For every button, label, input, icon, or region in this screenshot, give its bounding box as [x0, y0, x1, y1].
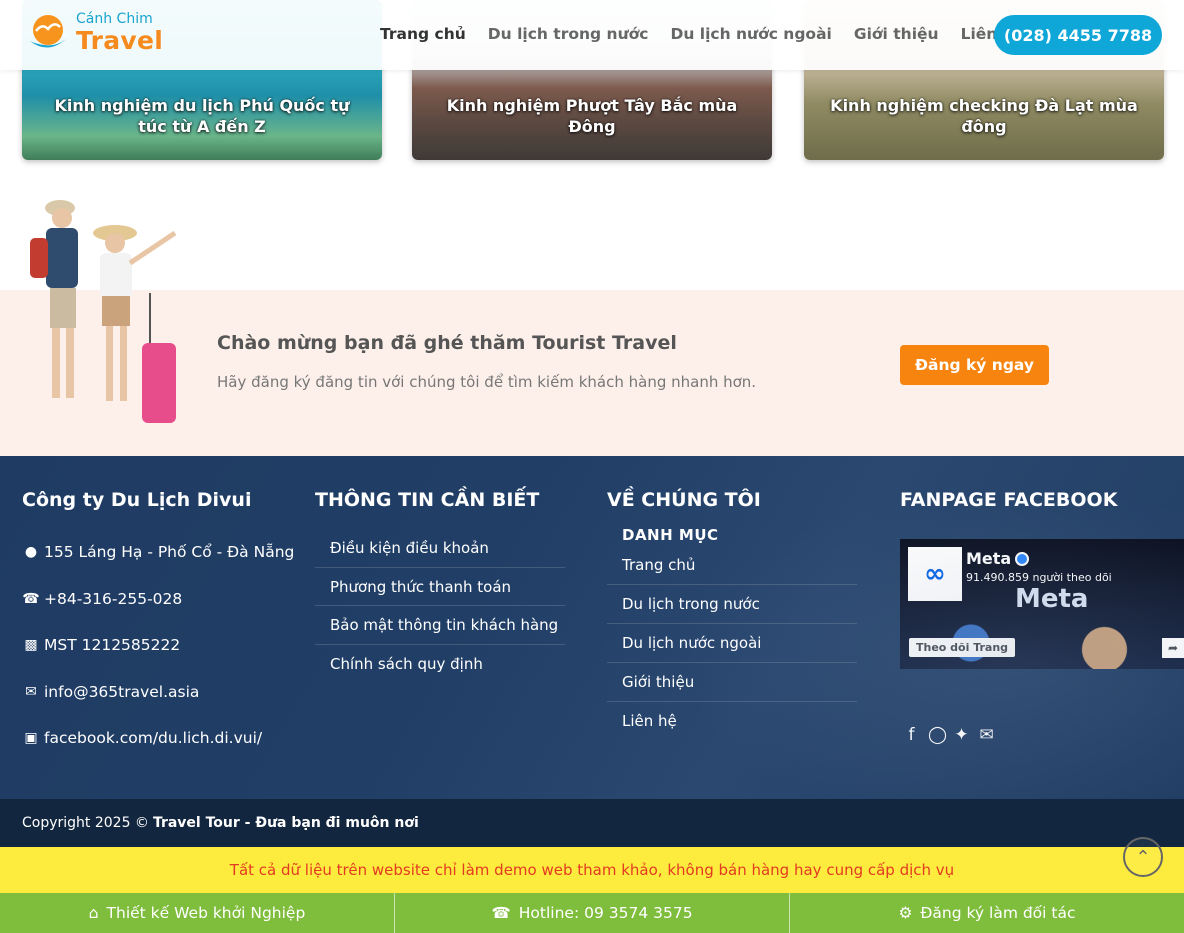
phone-text: +84-316-255-028: [44, 589, 183, 608]
envelope-icon: ✉: [25, 683, 37, 700]
company-address: ● 155 Láng Hạ - Phố Cổ - Đà Nẵng: [22, 529, 302, 576]
verified-badge-icon: [1015, 552, 1030, 566]
share-icon[interactable]: ➦: [1162, 638, 1184, 658]
bottom-item-partner[interactable]: ⚙ Đăng ký làm đối tác: [790, 893, 1184, 933]
site-footer: Công ty Du Lịch Divui ● 155 Láng Hạ - Ph…: [0, 456, 1184, 799]
home-icon: ⌂: [88, 904, 99, 922]
about-link-international[interactable]: Du lịch nước ngoài: [607, 624, 857, 663]
card-caption: Kinh nghiệm Phượt Tây Bắc mùa Đông: [446, 96, 738, 136]
nav-international-tours[interactable]: Du lịch nước ngoài: [670, 25, 831, 43]
fb-page-name[interactable]: Meta: [966, 549, 1030, 568]
bottom-item-label: Đăng ký làm đối tác: [920, 904, 1076, 922]
email-icon[interactable]: ✉: [978, 725, 995, 745]
info-title: THÔNG TIN CẦN BIẾT: [315, 489, 540, 511]
social-icons: f ◯ ✦ ✉: [903, 725, 995, 745]
about-subtitle: DANH MỤC: [622, 526, 719, 544]
qrcode-icon: ▩: [24, 637, 38, 654]
register-now-button[interactable]: Đăng ký ngay: [900, 345, 1049, 385]
footer-about-column: VỀ CHÚNG TÔI DANH MỤC Trang chủ Du lịch …: [607, 489, 857, 741]
nav-about[interactable]: Giới thiệu: [854, 25, 939, 43]
copyright-strong: Travel Tour - Đưa bạn đi muôn nơi: [152, 815, 419, 831]
company-facebook[interactable]: ▣ facebook.com/du.lich.di.vui/: [22, 715, 302, 762]
phone-icon: ☎: [491, 904, 511, 922]
fb-followers: 91.490.859 người theo dõi: [966, 571, 1112, 584]
hotline-button[interactable]: (028) 4455 7788: [994, 15, 1162, 55]
logo-tagline: Cánh Chim: [76, 11, 153, 27]
card-caption: Kinh nghiệm checking Đà Lạt mùa đông: [830, 96, 1138, 136]
card-caption: Kinh nghiệm du lịch Phú Quốc tự túc từ A…: [54, 96, 350, 136]
twitter-icon[interactable]: ✦: [953, 725, 970, 745]
tax-text: MST 1212585222: [44, 636, 181, 655]
welcome-title: Chào mừng bạn đã ghé thăm Tourist Travel: [217, 332, 677, 354]
company-tax: ▩ MST 1212585222: [22, 622, 302, 669]
footer-info-column: THÔNG TIN CẦN BIẾT Điều kiện điều khoản …: [315, 489, 565, 683]
copyright-bar: Copyright 2025 © Travel Tour - Đưa bạn đ…: [0, 799, 1184, 847]
copyright-prefix: Copyright 2025 ©: [22, 815, 149, 831]
company-email[interactable]: ✉ info@365travel.asia: [22, 669, 302, 716]
info-link-payment[interactable]: Phương thức thanh toán: [315, 568, 565, 606]
about-link-about[interactable]: Giới thiệu: [607, 663, 857, 702]
nav-domestic-tours[interactable]: Du lịch trong nước: [488, 25, 649, 43]
facebook-text: facebook.com/du.lich.di.vui/: [44, 729, 263, 748]
facebook-square-icon: ▣: [24, 730, 38, 747]
travelers-illustration: [30, 200, 177, 423]
logo-text: Travel: [76, 26, 164, 55]
fb-page-name-text: Meta: [966, 549, 1012, 568]
map-marker-icon: ●: [24, 544, 38, 561]
welcome-subtitle: Hãy đăng ký đăng tin với chúng tôi để tì…: [217, 373, 757, 391]
bottom-action-bar: ⌂ Thiết kế Web khởi Nghiệp ☎ Hotline: 09…: [0, 893, 1184, 933]
about-title: VỀ CHÚNG TÔI: [607, 489, 761, 511]
about-link-contact[interactable]: Liên hệ: [607, 702, 857, 741]
site-header: Cánh Chim Travel Trang chủ Du lịch trong…: [0, 0, 1184, 70]
email-text: info@365travel.asia: [44, 682, 200, 701]
back-to-top-icon[interactable]: ⌃: [1123, 837, 1163, 877]
footer-company-column: Công ty Du Lịch Divui ● 155 Láng Hạ - Ph…: [22, 489, 302, 762]
bottom-item-hotline[interactable]: ☎ Hotline: 09 3574 3575: [395, 893, 790, 933]
bottom-item-web-design[interactable]: ⌂ Thiết kế Web khởi Nghiệp: [0, 893, 395, 933]
about-link-home[interactable]: Trang chủ: [607, 546, 857, 585]
facebook-page-widget[interactable]: ∞ Meta 91.490.859 người theo dõi Meta Th…: [900, 539, 1184, 669]
footer-fanpage-column: FANPAGE FACEBOOK ∞ Meta 91.490.859 người…: [900, 489, 1184, 745]
fb-cover-image: [900, 539, 1184, 669]
about-link-domestic[interactable]: Du lịch trong nước: [607, 585, 857, 624]
main-nav: Trang chủ Du lịch trong nước Du lịch nướ…: [380, 25, 1024, 43]
info-link-terms[interactable]: Điều kiện điều khoản: [315, 529, 565, 568]
logo-icon: [30, 15, 66, 48]
fanpage-title: FANPAGE FACEBOOK: [900, 489, 1118, 511]
instagram-icon[interactable]: ◯: [928, 725, 947, 745]
nav-home[interactable]: Trang chủ: [380, 25, 466, 43]
info-link-privacy[interactable]: Bảo mật thông tin khách hàng: [315, 606, 565, 645]
facebook-icon[interactable]: f: [903, 725, 920, 745]
company-phone[interactable]: ☎ +84-316-255-028: [22, 576, 302, 623]
demo-notice: Tất cả dữ liệu trên website chỉ làm demo…: [0, 847, 1184, 893]
fb-brand-text: Meta: [1015, 584, 1089, 614]
site-logo[interactable]: Cánh Chim Travel: [24, 8, 164, 58]
phone-icon: ☎: [22, 590, 40, 607]
gear-icon: ⚙: [898, 904, 913, 922]
bottom-item-label: Thiết kế Web khởi Nghiệp: [106, 904, 306, 922]
bottom-item-label: Hotline: 09 3574 3575: [518, 904, 693, 922]
address-text: 155 Láng Hạ - Phố Cổ - Đà Nẵng: [44, 543, 295, 562]
info-link-policy[interactable]: Chính sách quy định: [315, 645, 565, 684]
fb-follow-button[interactable]: Theo dõi Trang: [909, 638, 1016, 657]
company-title: Công ty Du Lịch Divui: [22, 489, 252, 511]
meta-logo-icon: ∞: [908, 547, 962, 601]
